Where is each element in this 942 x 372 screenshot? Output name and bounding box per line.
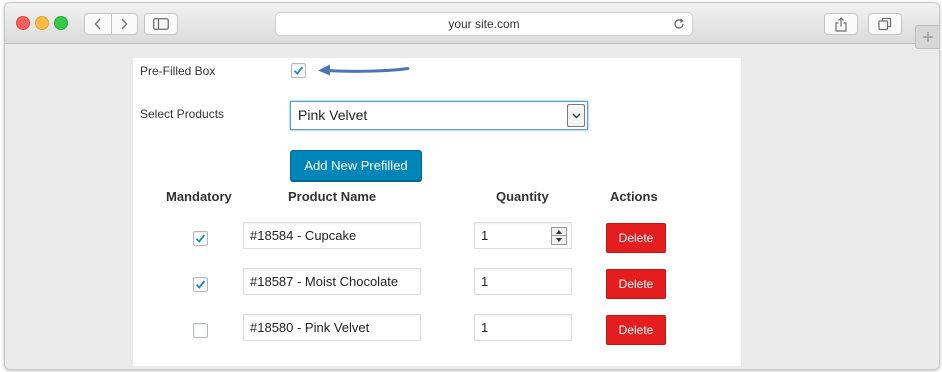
tabs-button[interactable] xyxy=(868,13,902,35)
row-1-product-field[interactable]: #18584 - Cupcake xyxy=(243,222,421,249)
row-3-mandatory-checkbox[interactable] xyxy=(193,323,208,338)
prefilled-label: Pre-Filled Box xyxy=(140,64,216,78)
header-actions: Actions xyxy=(610,189,658,204)
share-icon xyxy=(835,16,847,32)
browser-toolbar: your site.com xyxy=(5,3,939,44)
browser-window: your site.com Pre-Filled Box Select Prod… xyxy=(4,2,940,370)
chevron-left-icon xyxy=(94,18,101,30)
header-quantity: Quantity xyxy=(496,189,549,204)
row-1-product-text: #18584 - Cupcake xyxy=(250,228,357,243)
row-1-quantity-field[interactable]: 1 xyxy=(474,222,572,249)
plus-icon xyxy=(923,32,933,42)
forward-button[interactable] xyxy=(110,14,138,34)
row-2-delete-button[interactable]: Delete xyxy=(606,269,666,299)
history-nav xyxy=(84,13,138,35)
products-select[interactable]: Pink Velvet xyxy=(290,101,588,130)
row-2-quantity-text: 1 xyxy=(481,274,489,289)
header-mandatory: Mandatory xyxy=(166,189,232,204)
row-2-product-text: #18587 - Moist Chocolate xyxy=(250,274,399,289)
checkmark-icon xyxy=(195,234,206,243)
products-select-value: Pink Velvet xyxy=(298,107,368,123)
row-3-product-field[interactable]: #18580 - Pink Velvet xyxy=(243,314,421,341)
arrow-icon xyxy=(318,64,410,76)
zoom-window-button[interactable] xyxy=(54,16,68,30)
address-bar[interactable]: your site.com xyxy=(275,12,693,36)
row-2-product-field[interactable]: #18587 - Moist Chocolate xyxy=(243,268,421,295)
sidebar-button[interactable] xyxy=(144,13,178,35)
tabs-icon xyxy=(878,17,892,31)
back-button[interactable] xyxy=(85,14,111,34)
page-content: Pre-Filled Box Select Products Pink Velv… xyxy=(133,58,741,366)
reload-icon[interactable] xyxy=(672,17,686,31)
checkmark-icon xyxy=(195,280,206,289)
row-3-delete-button[interactable]: Delete xyxy=(606,315,666,345)
row-3-quantity-field[interactable]: 1 xyxy=(474,314,572,341)
row-1-delete-button[interactable]: Delete xyxy=(606,223,666,253)
select-products-label: Select Products xyxy=(140,107,225,121)
prefilled-checkbox[interactable] xyxy=(291,63,306,78)
row-3-product-text: #18580 - Pink Velvet xyxy=(250,320,370,335)
new-tab-button[interactable] xyxy=(915,25,939,49)
stepper-up-icon[interactable] xyxy=(552,228,566,236)
add-new-prefilled-button[interactable]: Add New Prefilled xyxy=(290,150,422,181)
header-product-name: Product Name xyxy=(288,189,377,204)
quantity-stepper[interactable] xyxy=(551,227,567,245)
chevron-down-icon[interactable] xyxy=(567,104,585,127)
url-text: your site.com xyxy=(448,17,520,31)
row-3-quantity-text: 1 xyxy=(481,320,489,335)
close-window-button[interactable] xyxy=(16,16,30,30)
row-2-quantity-field[interactable]: 1 xyxy=(474,268,572,295)
minimize-window-button[interactable] xyxy=(35,16,49,30)
checkmark-icon xyxy=(293,66,304,75)
row-1-quantity-text: 1 xyxy=(481,228,489,243)
sidebar-icon xyxy=(153,18,169,30)
chevron-right-icon xyxy=(121,18,128,30)
stepper-down-icon[interactable] xyxy=(552,236,566,244)
row-1-mandatory-checkbox[interactable] xyxy=(193,231,208,246)
row-2-mandatory-checkbox[interactable] xyxy=(193,277,208,292)
share-button[interactable] xyxy=(824,13,858,35)
